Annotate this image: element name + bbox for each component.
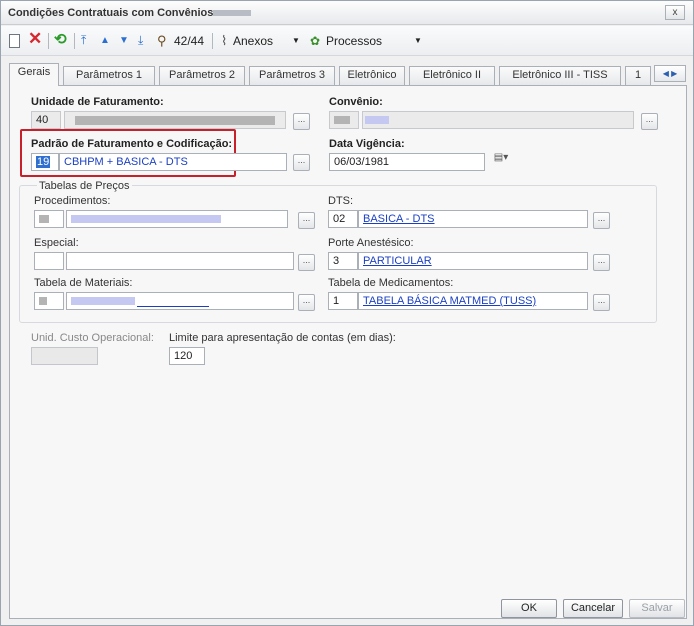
medicamentos-lookup-button[interactable]: ... (593, 294, 610, 311)
next-record-icon[interactable]: ▼ (119, 33, 129, 49)
convenio-lookup-button[interactable]: ... (641, 113, 658, 130)
record-position: 42/44 (174, 34, 205, 48)
tab-parametros-2[interactable]: Parâmetros 2 (159, 66, 245, 85)
especial-name-field[interactable] (66, 252, 294, 270)
convenio-label: Convênio: (329, 96, 383, 108)
cancel-button[interactable]: Cancelar (563, 599, 623, 618)
unidade-lookup-button[interactable]: ... (293, 113, 310, 130)
porte-value-link[interactable]: PARTICULAR (363, 255, 432, 267)
procedimentos-label: Procedimentos: (34, 195, 111, 207)
dts-value-link[interactable]: BASICA - DTS (363, 213, 435, 225)
custo-label: Unid. Custo Operacional: (31, 332, 154, 344)
calendar-dropdown-icon[interactable]: ▤▾ (488, 153, 514, 170)
padrao-label: Padrão de Faturamento e Codificação: (31, 138, 233, 150)
padrao-value-field[interactable]: CBHPM + BASICA - DTS (59, 153, 287, 171)
medicamentos-code-field[interactable]: 1 (328, 292, 358, 310)
save-button[interactable]: Salvar (629, 599, 685, 618)
ok-button[interactable]: OK (501, 599, 557, 618)
paperclip-icon: ⌇ (221, 33, 228, 48)
toolbar-separator (212, 33, 213, 49)
tab-eletronico-ii[interactable]: Eletrônico II (409, 66, 495, 85)
porte-label: Porte Anestésico: (328, 237, 414, 249)
new-document-icon[interactable] (9, 34, 20, 48)
padrao-code-field[interactable]: 19 (31, 153, 59, 171)
tabelas-title: Tabelas de Preços (37, 180, 132, 192)
medicamentos-label: Tabela de Medicamentos: (328, 277, 454, 289)
medicamentos-value-field[interactable]: TABELA BÁSICA MATMED (TUSS) (358, 292, 588, 310)
vigencia-date-field[interactable]: 06/03/1981 (329, 153, 485, 171)
especial-label: Especial: (34, 237, 79, 249)
dts-lookup-button[interactable]: ... (593, 212, 610, 229)
toolbar-separator (74, 33, 75, 49)
toolbar: ✕ ⟲ ⤒ ▲ ▼ ⤓ ⚲ 42/44 ⌇ Anexos ▼ ✿ Process… (1, 26, 693, 56)
title-bar: Condições Contratuais com Convênios: x (1, 1, 693, 25)
vigencia-label: Data Vigência: (329, 138, 405, 150)
chevron-down-icon[interactable]: ▼ (414, 33, 422, 49)
custo-field (31, 347, 98, 365)
tab-strip: Gerais Parâmetros 1 Parâmetros 2 Parâmet… (9, 63, 687, 86)
convenio-name-field[interactable] (362, 111, 634, 129)
dialog-window: Condições Contratuais com Convênios: x ✕… (0, 0, 694, 626)
especial-code-field[interactable] (34, 252, 64, 270)
unidade-label: Unidade de Faturamento: (31, 96, 164, 108)
unidade-name-field[interactable] (64, 111, 286, 129)
padrao-lookup-button[interactable]: ... (293, 154, 310, 171)
attachments-menu[interactable]: Anexos (233, 33, 273, 49)
previous-record-icon[interactable]: ▲ (100, 33, 110, 49)
last-record-icon[interactable]: ⤓ (138, 32, 143, 48)
redacted-title-part (213, 10, 251, 16)
tab-overflow[interactable]: 1 (625, 66, 651, 85)
procedimentos-lookup-button[interactable]: ... (298, 212, 315, 229)
tab-scroll-arrows-icon[interactable]: ◀ ▶ (654, 65, 686, 82)
tab-parametros-1[interactable]: Parâmetros 1 (63, 66, 155, 85)
processes-menu[interactable]: Processos (326, 33, 382, 49)
padrao-code-selected: 19 (36, 156, 51, 168)
gears-icon: ✿ (310, 34, 321, 48)
close-button[interactable]: x (665, 5, 685, 20)
unidade-code-field[interactable]: 40 (31, 111, 61, 129)
procedimentos-name-field[interactable] (66, 210, 288, 228)
limite-field[interactable]: 120 (169, 347, 205, 365)
limite-label: Limite para apresentação de contas (em d… (169, 332, 396, 344)
tab-eletronico-iii-tiss[interactable]: Eletrônico III - TISS (499, 66, 621, 85)
convenio-code-field[interactable] (329, 111, 359, 129)
chevron-down-icon[interactable]: ▼ (292, 33, 300, 49)
materiais-name-field[interactable] (66, 292, 294, 310)
tab-gerais[interactable]: Gerais (9, 63, 59, 86)
tab-parametros-3[interactable]: Parâmetros 3 (249, 66, 335, 85)
porte-lookup-button[interactable]: ... (593, 254, 610, 271)
materiais-code-field[interactable] (34, 292, 64, 310)
especial-lookup-button[interactable]: ... (298, 254, 315, 271)
dts-label: DTS: (328, 195, 354, 207)
dts-code-field[interactable]: 02 (328, 210, 358, 228)
procedimentos-code-field[interactable] (34, 210, 64, 228)
dts-value-field[interactable]: BASICA - DTS (358, 210, 588, 228)
refresh-icon[interactable]: ⟲ (54, 32, 67, 48)
materiais-lookup-button[interactable]: ... (298, 294, 315, 311)
porte-code-field[interactable]: 3 (328, 252, 358, 270)
tab-eletronico[interactable]: Eletrônico (339, 66, 405, 85)
window-title: Condições Contratuais com Convênios: (8, 7, 218, 19)
porte-value-field[interactable]: PARTICULAR (358, 252, 588, 270)
search-binoculars-icon[interactable]: ⚲ (157, 33, 167, 49)
toolbar-separator (48, 33, 49, 49)
medicamentos-value-link[interactable]: TABELA BÁSICA MATMED (TUSS) (363, 295, 536, 307)
first-record-icon[interactable]: ⤒ (81, 32, 86, 48)
materiais-label: Tabela de Materiais: (34, 277, 133, 289)
delete-icon[interactable]: ✕ (28, 30, 42, 47)
